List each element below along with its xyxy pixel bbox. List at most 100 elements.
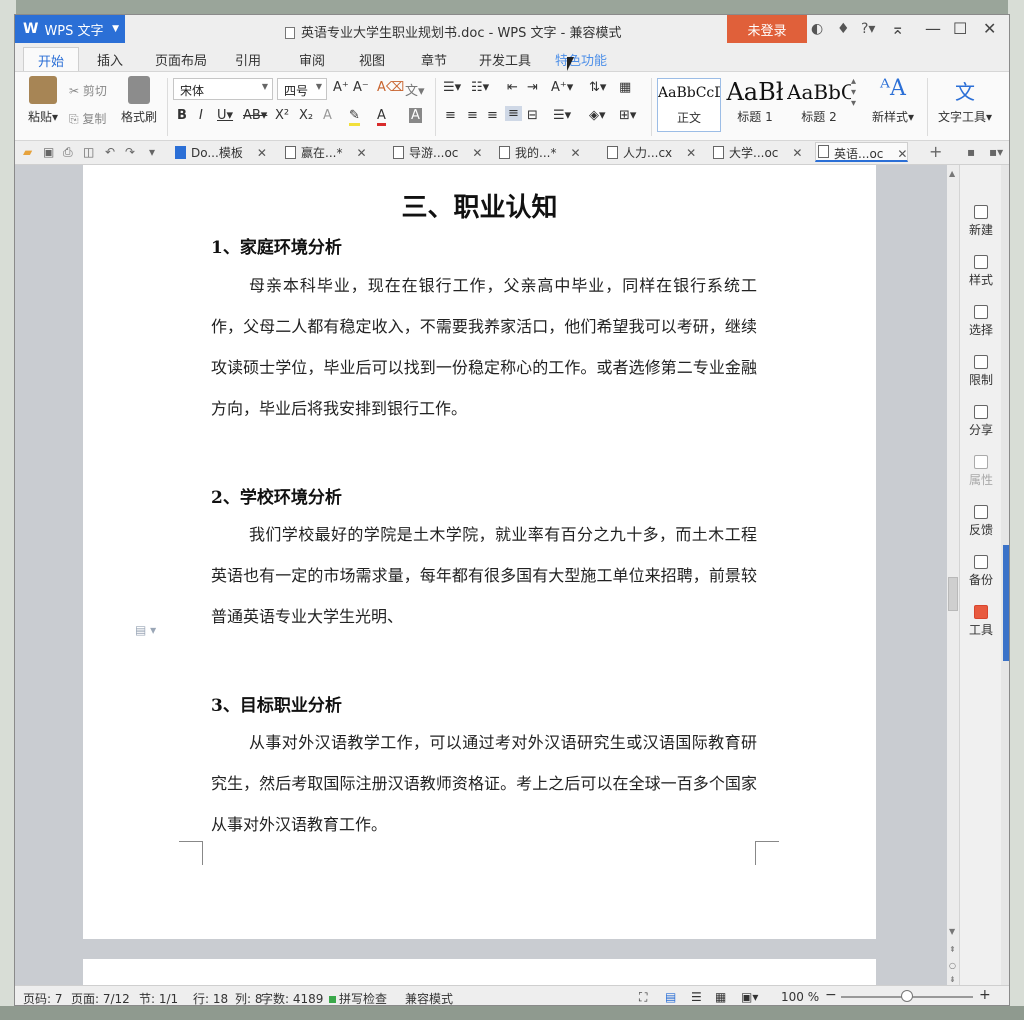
grow-font-icon[interactable]: A⁺ — [333, 80, 349, 95]
numbered-list-icon[interactable]: ☷▾ — [471, 80, 489, 95]
collapse-ribbon-icon[interactable]: ⌅ — [891, 19, 904, 38]
tab-menu-icon[interactable]: ▪▾ — [989, 145, 1003, 159]
copy-button[interactable]: ⎘ 复制 — [69, 110, 106, 127]
align-center-icon[interactable]: ≡ — [467, 108, 478, 123]
web-view-icon[interactable]: ▦ — [715, 990, 726, 1004]
task-new[interactable]: 新建 — [960, 205, 1002, 238]
scroll-down-icon[interactable]: ▼ — [949, 927, 955, 936]
highlight-icon[interactable]: ✎ — [349, 108, 360, 126]
redo-icon[interactable]: ↷ — [125, 145, 135, 159]
chinese-layout-icon[interactable]: A⁺▾ — [551, 80, 573, 95]
outline-view-icon[interactable]: ☰ — [691, 990, 702, 1004]
shirt-icon[interactable]: ♦ — [837, 21, 850, 37]
maximize-icon[interactable]: ☐ — [953, 19, 967, 38]
status-page-no[interactable]: 页码: 7 — [23, 990, 63, 1005]
task-feedback[interactable]: 反馈 — [960, 505, 1002, 538]
next-page[interactable] — [83, 959, 876, 985]
underline-icon[interactable]: U▾ — [217, 108, 233, 123]
border-icon[interactable]: ⊞▾ — [619, 108, 636, 123]
tab-view[interactable]: 视图 — [359, 50, 385, 69]
tab-special-features[interactable]: 特色功能 — [555, 50, 607, 69]
text-tools-button[interactable]: 文 文字工具▾ — [933, 76, 997, 125]
subscript-icon[interactable]: X₂ — [299, 108, 313, 123]
paste-button[interactable]: 粘贴▾ — [19, 76, 67, 125]
prev-page-icon[interactable]: ⇞ — [949, 945, 956, 954]
print-icon[interactable]: ⎙ — [63, 145, 73, 160]
zoom-slider-thumb[interactable] — [901, 990, 913, 1002]
customize-quick-access-icon[interactable]: ▾ — [149, 145, 155, 159]
task-backup[interactable]: 备份 — [960, 555, 1002, 588]
skin-icon[interactable]: ◐ — [811, 21, 823, 37]
task-restrict[interactable]: 限制 — [960, 355, 1002, 388]
shading-icon[interactable]: ◈▾ — [589, 108, 606, 123]
tab-developer[interactable]: 开发工具 — [479, 50, 531, 69]
print-preview-icon[interactable]: ◫ — [83, 145, 94, 159]
new-tab-icon[interactable]: + — [929, 142, 942, 161]
italic-icon[interactable]: I — [199, 108, 203, 123]
page-view-icon[interactable]: ▤ — [665, 990, 676, 1004]
align-left-icon[interactable]: ≡ — [445, 108, 456, 123]
task-style[interactable]: 样式 — [960, 255, 1002, 288]
style-normal[interactable]: AaBbCcD 正文 — [657, 78, 721, 132]
fullscreen-icon[interactable]: ⛶ — [639, 990, 647, 1005]
status-row[interactable]: 行: 18 — [193, 990, 228, 1005]
zoom-out-icon[interactable]: − — [825, 987, 837, 1003]
tab-page-layout[interactable]: 页面布局 — [155, 50, 207, 69]
task-select[interactable]: 选择 — [960, 305, 1002, 338]
font-color-icon[interactable]: A — [377, 108, 386, 126]
increase-indent-icon[interactable]: ⇥ — [527, 80, 538, 95]
new-style-button[interactable]: ᴬA 新样式▾ — [863, 76, 923, 125]
task-properties[interactable]: 属性 — [960, 455, 1002, 488]
app-menu-button[interactable]: W WPS 文字 ▼ — [15, 15, 125, 43]
superscript-icon[interactable]: X² — [275, 108, 289, 123]
strikethrough-icon[interactable]: AB▾ — [243, 108, 267, 123]
phonetic-guide-icon[interactable]: 文▾ — [405, 80, 425, 99]
format-painter-button[interactable]: 格式刷 — [115, 76, 163, 125]
help-icon[interactable]: ?▾ — [861, 21, 875, 37]
select-browse-object-icon[interactable]: ○ — [949, 961, 956, 970]
char-shading-icon[interactable]: A — [409, 108, 422, 123]
table-icon[interactable]: ▦ — [619, 80, 631, 95]
status-word-count[interactable]: 字数: 4189 — [261, 990, 323, 1005]
page[interactable]: 三、职业认知 1、家庭环境分析 母亲本科毕业，现在在银行工作，父亲高中毕业，同样… — [83, 165, 876, 939]
doc-tab-active[interactable]: 英语...oc ✕ — [815, 142, 909, 162]
tab-list-icon[interactable]: ▪ — [967, 145, 975, 159]
doc-tab[interactable]: 导游...oc ✕ — [391, 144, 482, 164]
line-spacing-icon[interactable]: ☰▾ — [553, 108, 571, 123]
font-name-select[interactable]: 宋体 ▼ — [173, 78, 273, 100]
login-button[interactable]: 未登录 — [727, 15, 807, 43]
status-pages[interactable]: 页面: 7/12 — [71, 990, 130, 1005]
font-size-select[interactable]: 四号 ▼ — [277, 78, 327, 100]
save-icon[interactable]: ▣ — [43, 145, 54, 159]
doc-tab[interactable]: Do...模板 ✕ — [173, 144, 267, 164]
scrollbar-thumb[interactable] — [948, 577, 958, 611]
bullet-list-icon[interactable]: ☰▾ — [443, 80, 461, 95]
clear-format-icon[interactable]: A⌫ — [377, 80, 404, 95]
next-page-icon[interactable]: ⇟ — [949, 975, 956, 984]
text-effect-icon[interactable]: A — [323, 108, 332, 123]
status-spell-check[interactable]: 拼写检查 — [329, 990, 387, 1005]
sort-icon[interactable]: ⇅▾ — [589, 80, 606, 95]
cut-button[interactable]: ✂ 剪切 — [69, 82, 107, 99]
status-col[interactable]: 列: 8 — [235, 990, 263, 1005]
zoom-in-icon[interactable]: + — [979, 987, 991, 1003]
doc-tab[interactable]: 大学...oc ✕ — [711, 144, 802, 164]
paragraph-mark-icon[interactable]: ▤ ▾ — [135, 623, 156, 637]
style-gallery-scroll-icon[interactable]: ▴ ▾ ▾ — [851, 76, 856, 109]
undo-icon[interactable]: ↶ — [105, 145, 115, 159]
align-right-icon[interactable]: ≡ — [487, 108, 498, 123]
open-folder-icon[interactable]: ▰ — [23, 145, 32, 159]
tab-chapter[interactable]: 章节 — [421, 50, 447, 69]
doc-tab[interactable]: 我的...* ✕ — [497, 144, 581, 164]
close-icon[interactable]: ✕ — [983, 19, 996, 38]
tab-review[interactable]: 审阅 — [299, 50, 325, 69]
doc-tab[interactable]: 人力...cx ✕ — [605, 144, 696, 164]
scroll-up-icon[interactable]: ▲ — [949, 169, 955, 178]
zoom-level[interactable]: 100 % — [781, 990, 819, 1004]
task-tools[interactable]: 工具 — [960, 605, 1002, 638]
style-heading-2[interactable]: AaBbC 标题 2 — [787, 78, 851, 132]
reading-mode-icon[interactable]: ▣▾ — [741, 990, 758, 1004]
justify-icon[interactable]: ≡ — [505, 106, 522, 121]
vertical-scrollbar[interactable]: ▲ ▼ ⇞ ○ ⇟ — [947, 165, 959, 985]
style-heading-1[interactable]: AaBł 标题 1 — [723, 78, 787, 132]
